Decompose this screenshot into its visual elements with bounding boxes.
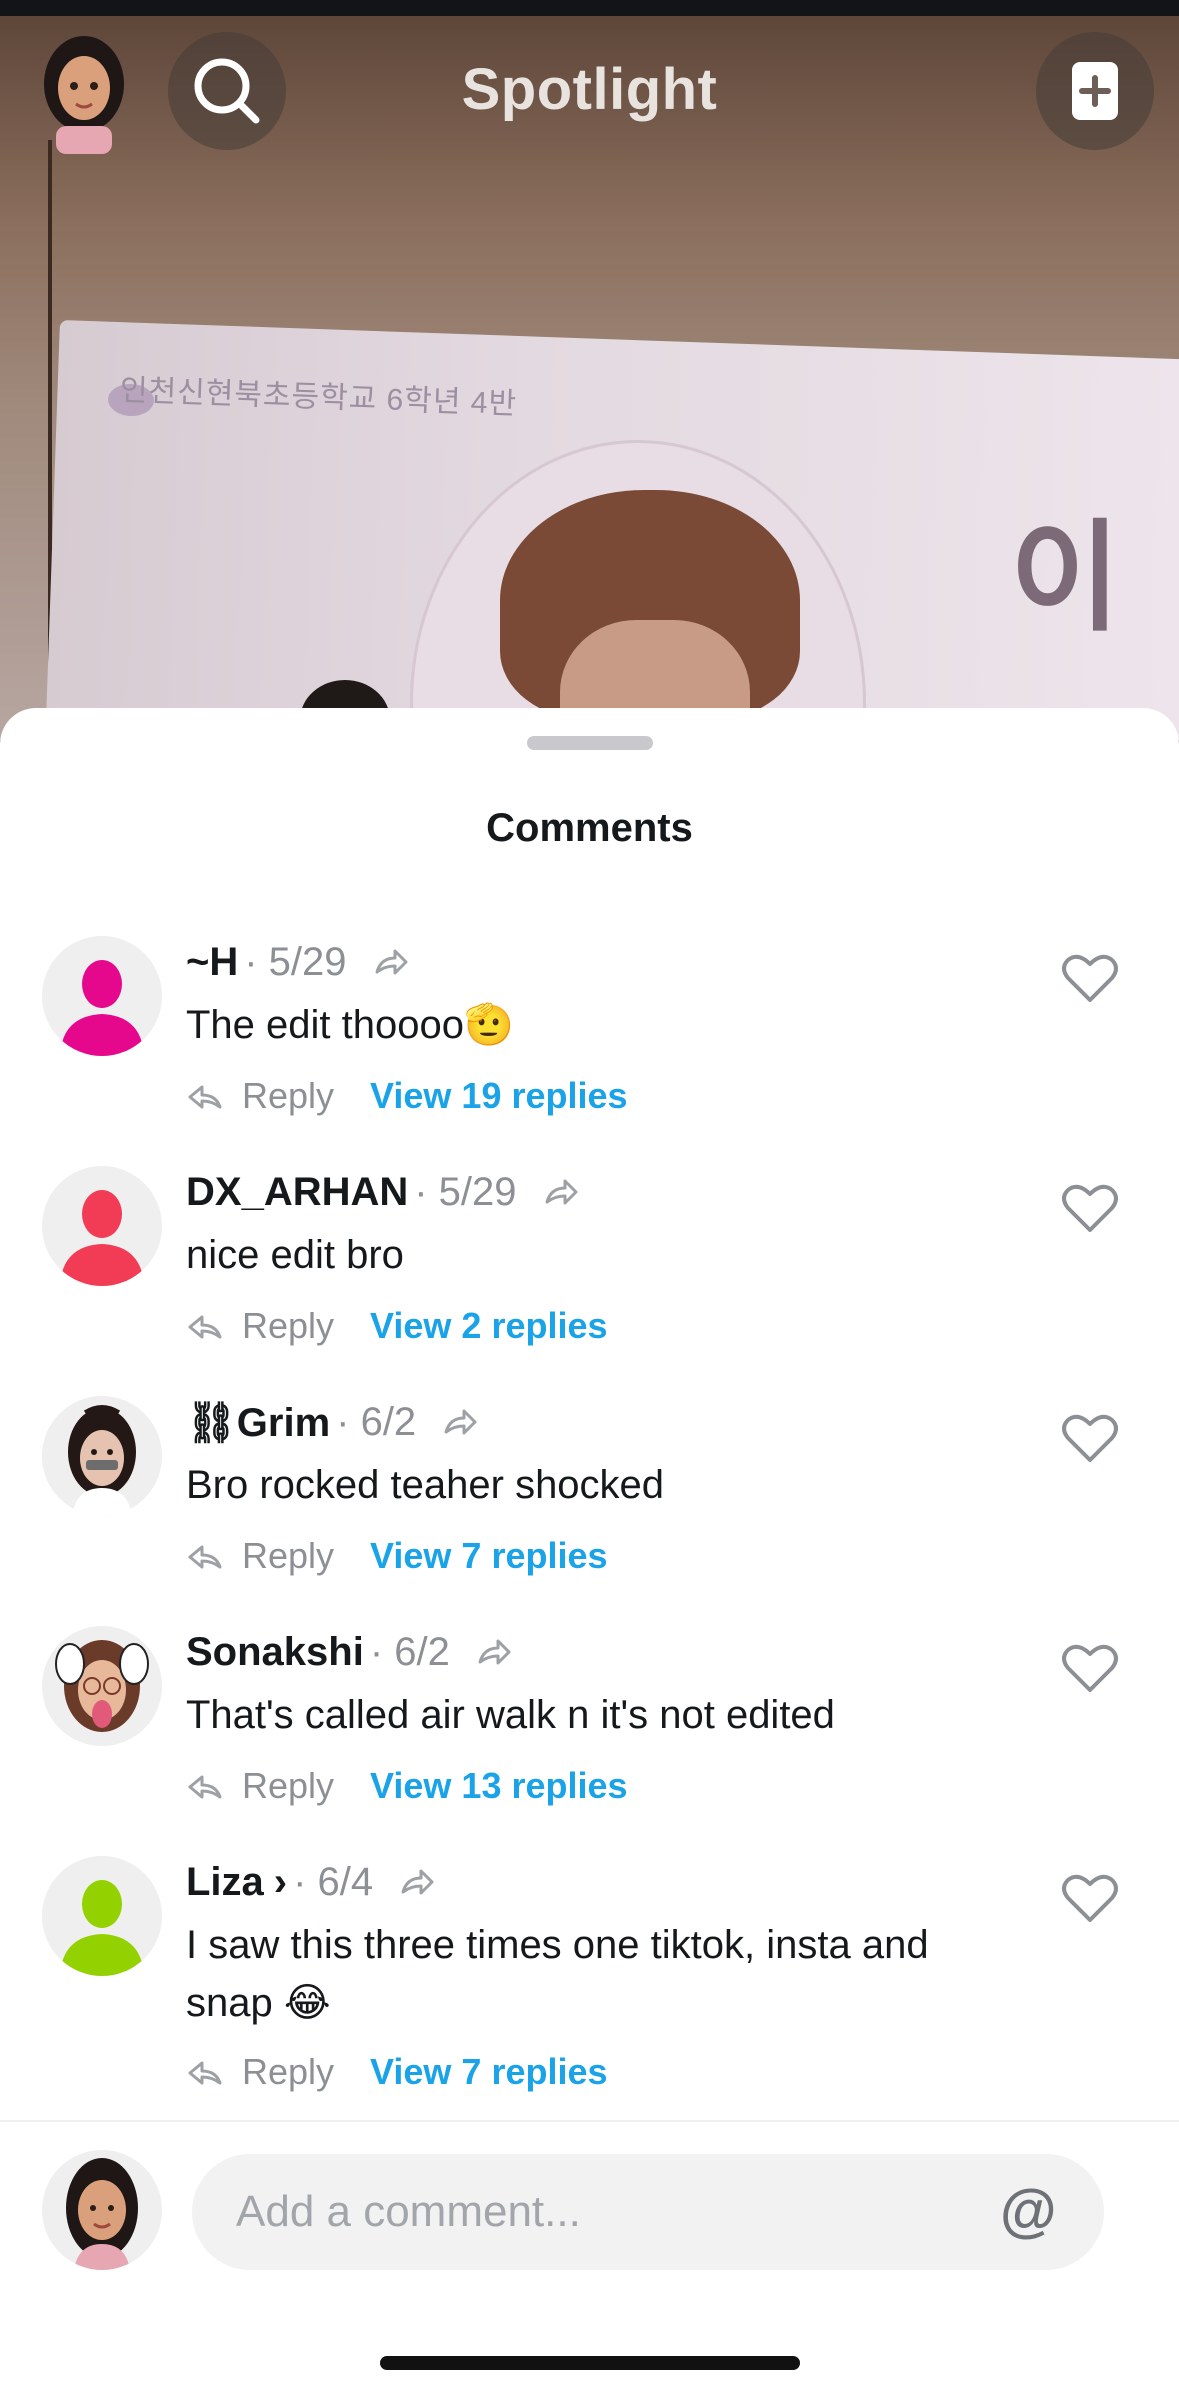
- comment-text: nice edit bro: [186, 1233, 404, 1277]
- heart-icon[interactable]: [1060, 950, 1120, 1006]
- comment-date: · 5/29: [244, 939, 347, 984]
- comment-text: The edit thoooo🫡: [186, 1003, 514, 1047]
- avatar[interactable]: [42, 1856, 162, 1976]
- comment-item: Sonakshi · 6/2 That's called air walk n …: [0, 1606, 1179, 1836]
- view-replies-link[interactable]: View 19 replies: [370, 1075, 628, 1117]
- share-icon[interactable]: [440, 1402, 480, 1442]
- comment-username[interactable]: DX_ARHAN: [186, 1170, 408, 1215]
- comment-text: That's called air walk n it's not edited: [186, 1693, 835, 1737]
- reply-button[interactable]: Reply: [242, 1535, 334, 1577]
- comment-composer: @: [0, 2120, 1179, 2398]
- status-bar: [0, 0, 1179, 16]
- comment-username[interactable]: Liza: [186, 1860, 264, 1905]
- view-replies-link[interactable]: View 7 replies: [370, 1535, 607, 1577]
- comment-username[interactable]: ~H: [186, 940, 238, 985]
- heart-icon[interactable]: [1060, 1870, 1120, 1926]
- view-replies-link[interactable]: View 7 replies: [370, 2051, 607, 2093]
- view-replies-link[interactable]: View 13 replies: [370, 1765, 628, 1807]
- comment-item: Liza › · 6/4 I saw this three times one …: [0, 1836, 1179, 2116]
- share-icon[interactable]: [474, 1632, 514, 1672]
- comment-date: · 6/2: [369, 1629, 450, 1674]
- banner-name-text: 이: [1010, 511, 1120, 645]
- sheet-drag-handle[interactable]: [527, 736, 653, 750]
- comment-item: DX_ARHAN · 5/29 nice edit bro Reply View…: [0, 1146, 1179, 1376]
- comment-date: · 6/2: [336, 1399, 417, 1444]
- comment-text: I saw this three times one tiktok, insta…: [186, 1923, 929, 2025]
- avatar[interactable]: [42, 936, 162, 1056]
- heart-icon[interactable]: [1060, 1640, 1120, 1696]
- comment-item: ~H · 5/29 The edit thoooo🫡 Reply View 19…: [0, 916, 1179, 1146]
- comment-date: · 6/4: [293, 1859, 374, 1904]
- chevron-right-icon[interactable]: ›: [274, 1860, 287, 1905]
- reply-icon[interactable]: [186, 1077, 224, 1115]
- comment-date: · 5/29: [414, 1169, 517, 1214]
- reply-button[interactable]: Reply: [242, 1765, 334, 1807]
- comments-title: Comments: [486, 806, 693, 850]
- mention-button[interactable]: @: [1000, 2177, 1057, 2244]
- reply-icon[interactable]: [186, 1767, 224, 1805]
- reply-icon[interactable]: [186, 1307, 224, 1345]
- home-indicator[interactable]: [380, 2356, 800, 2370]
- add-story-button[interactable]: [1036, 32, 1154, 150]
- reply-button[interactable]: Reply: [242, 1075, 334, 1117]
- view-replies-link[interactable]: View 2 replies: [370, 1305, 607, 1347]
- reply-button[interactable]: Reply: [242, 2051, 334, 2093]
- comment-text: Bro rocked teaher shocked: [186, 1463, 665, 1507]
- heart-icon[interactable]: [1060, 1410, 1120, 1466]
- comment-username[interactable]: Sonakshi: [186, 1630, 364, 1675]
- avatar[interactable]: [42, 1626, 162, 1746]
- comment-username[interactable]: ⛓Grim: [186, 1399, 330, 1446]
- heart-icon[interactable]: [1060, 1180, 1120, 1236]
- avatar[interactable]: [42, 1166, 162, 1286]
- comment-item: ⛓Grim · 6/2 Bro rocked teaher shocked Re…: [0, 1376, 1179, 1606]
- reply-button[interactable]: Reply: [242, 1305, 334, 1347]
- avatar[interactable]: [42, 1396, 162, 1516]
- page-title: Spotlight: [461, 57, 718, 122]
- reply-icon[interactable]: [186, 1537, 224, 1575]
- share-icon[interactable]: [371, 942, 411, 982]
- reply-icon[interactable]: [186, 2053, 224, 2091]
- share-icon[interactable]: [541, 1172, 581, 1212]
- share-icon[interactable]: [397, 1862, 437, 1902]
- my-avatar[interactable]: [42, 2150, 162, 2270]
- add-story-icon: [1072, 62, 1118, 120]
- comment-input[interactable]: [192, 2154, 1104, 2270]
